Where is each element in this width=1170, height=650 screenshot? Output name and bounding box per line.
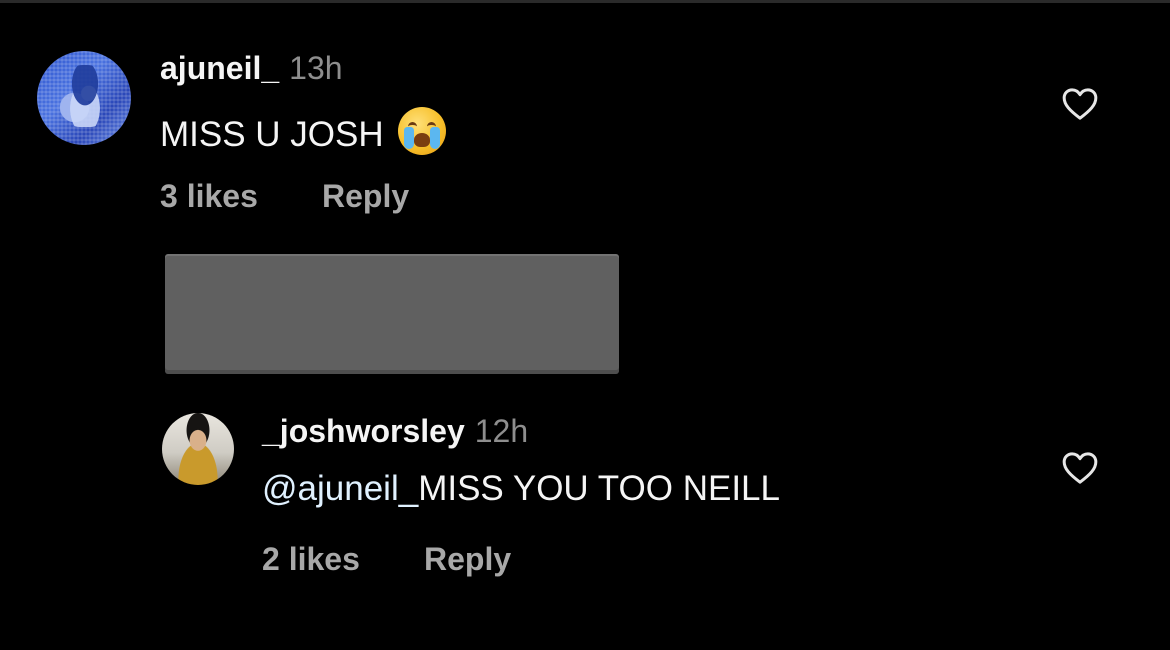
comment-body: MISS U JOSH xyxy=(160,115,384,154)
username-link[interactable]: ajuneil_ xyxy=(160,50,279,86)
timestamp: 12h xyxy=(474,413,529,449)
heart-icon[interactable] xyxy=(1060,84,1100,124)
timestamp: 13h xyxy=(289,50,343,86)
heart-icon[interactable] xyxy=(1060,448,1100,488)
reply-button[interactable]: Reply xyxy=(424,541,511,577)
reply-button[interactable]: Reply xyxy=(322,178,409,214)
avatar[interactable] xyxy=(37,51,131,145)
loudly-crying-face-icon xyxy=(397,107,446,155)
mention-link[interactable]: @ajuneil_ xyxy=(262,469,418,508)
comment-text: MISS U JOSH xyxy=(160,107,446,155)
likes-count[interactable]: 2 likes xyxy=(262,541,360,577)
comment-header: _joshworsley 12h xyxy=(262,413,528,449)
comment-text: @ajuneil_MISS YOU TOO NEILL xyxy=(262,469,780,509)
comments-screen: ajuneil_ 13h MISS U JOSH 3 likes Reply _j… xyxy=(0,0,1170,650)
username-link[interactable]: _joshworsley xyxy=(262,413,465,449)
comment-body: MISS YOU TOO NEILL xyxy=(418,469,780,508)
comment-header: ajuneil_ 13h xyxy=(160,50,343,86)
likes-count[interactable]: 3 likes xyxy=(160,178,258,214)
top-divider xyxy=(0,0,1170,3)
redacted-block xyxy=(165,254,619,374)
avatar[interactable] xyxy=(162,413,234,485)
